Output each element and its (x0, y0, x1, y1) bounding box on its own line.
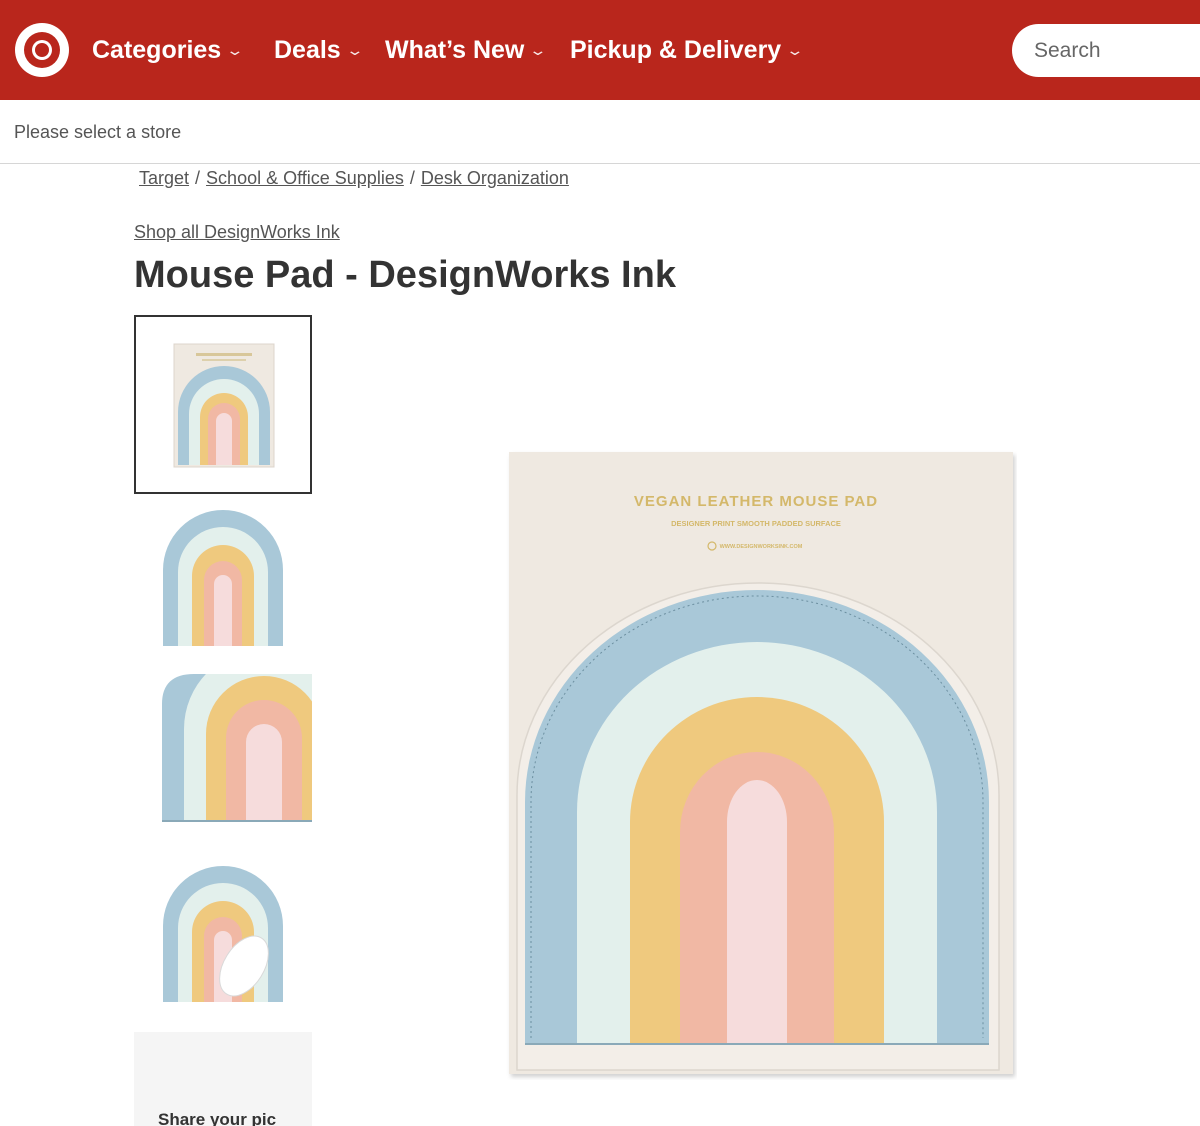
nav-whats-new-label: What’s New (385, 35, 525, 64)
nav-pickup-delivery-label: Pickup & Delivery (570, 35, 782, 64)
package-subtitle-text: DESIGNER PRINT SMOOTH PADDED SURFACE (671, 519, 841, 528)
breadcrumb-desk-organization[interactable]: Desk Organization (421, 168, 569, 189)
mouse-pad-with-mouse-image (163, 866, 283, 1002)
gallery-thumbnail-3[interactable] (134, 674, 312, 830)
gallery-thumbnail-2[interactable] (134, 506, 312, 662)
chevron-down-icon: ⌄ (225, 41, 245, 58)
chevron-down-icon: ⌄ (785, 41, 805, 58)
breadcrumb-separator: / (195, 168, 201, 188)
nav-pickup-delivery[interactable]: Pickup & Delivery ⌄ (570, 0, 804, 100)
nav-deals-label: Deals (274, 35, 341, 64)
share-your-pic-tile[interactable]: Share your pic (134, 1032, 312, 1126)
packaged-mouse-pad-image (173, 343, 275, 468)
shop-all-brand-link[interactable]: Shop all DesignWorks Ink (134, 222, 340, 243)
search-input[interactable] (1012, 24, 1200, 77)
nav-deals[interactable]: Deals ⌄ (274, 0, 364, 100)
product-title: Mouse Pad - DesignWorks Ink (134, 254, 676, 296)
select-store-link[interactable]: Please select a store (14, 122, 181, 143)
target-bullseye-logo[interactable] (14, 22, 70, 78)
chevron-down-icon: ⌄ (528, 41, 548, 58)
gallery-thumbnail-1[interactable] (134, 315, 312, 494)
nav-categories-label: Categories (92, 35, 222, 64)
mouse-pad-front-image (163, 510, 283, 646)
breadcrumb-target[interactable]: Target (139, 168, 189, 189)
mouse-pad-closeup-image (162, 674, 312, 822)
rainbow-band-pink (727, 780, 787, 1044)
breadcrumb: Target / School & Office Supplies / Desk… (139, 168, 569, 189)
gallery-thumbnail-4[interactable] (134, 860, 312, 1016)
breadcrumb-separator: / (409, 168, 415, 188)
package-url-text: WWW.DESIGNWORKSINK.COM (720, 544, 803, 550)
main-product-image[interactable]: VEGAN LEATHER MOUSE PAD DESIGNER PRINT S… (505, 450, 1017, 1080)
top-navigation-bar: Categories ⌄ Deals ⌄ What’s New ⌄ Pickup… (0, 0, 1200, 100)
breadcrumb-school-office-supplies[interactable]: School & Office Supplies (206, 168, 404, 189)
nav-whats-new[interactable]: What’s New ⌄ (385, 0, 548, 100)
nav-categories[interactable]: Categories ⌄ (92, 0, 244, 100)
share-your-pic-label: Share your pic (158, 1110, 277, 1126)
package-title-text: VEGAN LEATHER MOUSE PAD (634, 493, 878, 510)
chevron-down-icon: ⌄ (345, 41, 364, 58)
